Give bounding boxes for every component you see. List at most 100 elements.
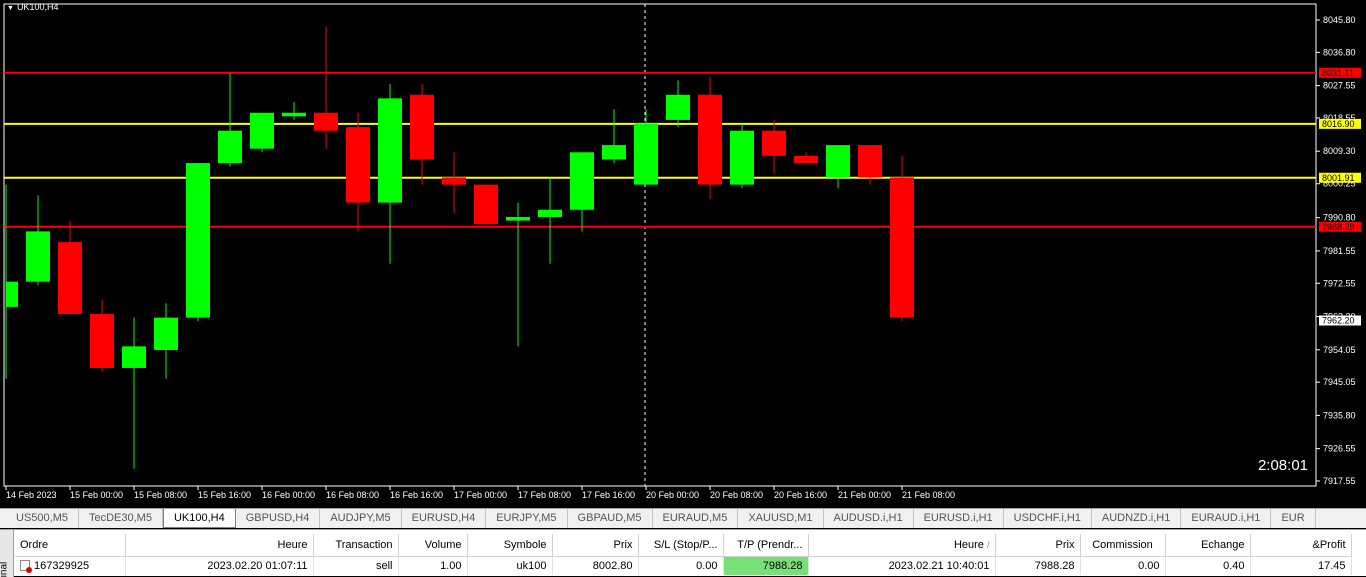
chart-window[interactable]: 8045.80 8036.80 8027.55 8018.55 8009.30 8000.… [0,0,1366,505]
tab-xauusd-m1[interactable]: XAUUSD,M1 [738,509,824,528]
level-price-label: 8016.90 [1322,119,1355,129]
price-tick-label: 7945.05 [1323,377,1356,387]
bull-candle [282,112,306,117]
tab-audjpy-m5[interactable]: AUDJPY,M5 [320,509,402,528]
symbol-label: UK100,H4 [16,2,59,12]
price-tick-label: 7954.05 [1323,345,1356,355]
time-tick-label: 17 Feb 16:00 [582,490,635,500]
bull-candle [730,130,754,185]
bull-candle [154,317,178,350]
triangle-down-icon: ▼ [7,5,14,12]
time-tick-label: 20 Feb 16:00 [774,490,827,500]
bear-candle [858,145,882,178]
tab-euraud-m5[interactable]: EURAUD,M5 [653,509,739,528]
tab-eurusd-i-h1[interactable]: EURUSD.i,H1 [914,509,1004,528]
sort-indicator-icon: / [986,539,990,550]
col-heure-close-label: Heure [953,538,984,551]
col-volume[interactable]: Volume [398,534,468,557]
table-row[interactable]: 167329925 2023.02.20 01:07:11 sell 1.00 … [15,556,1352,575]
tab-uk100-h4[interactable]: UK100,H4 [162,509,236,528]
closed-order-icon [20,560,32,574]
price-tick-label: 7926.55 [1323,444,1356,454]
chart-symbol-title: ▼ UK100,H4 [7,2,58,12]
col-sl[interactable]: S/L (Stop/P... [638,534,724,557]
bear-candle [474,184,498,225]
col-transaction[interactable]: Transaction [313,534,399,557]
tab-gbpusd-h4[interactable]: GBPUSD,H4 [236,509,321,528]
bear-candle [314,112,338,131]
col-ordre[interactable]: Ordre [15,534,126,557]
time-tick-label: 16 Feb 08:00 [326,490,379,500]
level-price-label: 8001.91 [1322,173,1355,183]
col-tp[interactable]: T/P (Prendr... [723,534,809,557]
cell-tp: 7988.28 [723,556,809,575]
terminal-side-handle[interactable]: inal [0,530,14,577]
level-price-label: 7988.28 [1322,222,1355,232]
col-commission[interactable]: Commission [1080,534,1166,557]
bear-candle [762,130,786,156]
tab-us500-m5[interactable]: US500,M5 [6,509,79,528]
bull-candle [378,98,402,203]
tab-gbpaud-m5[interactable]: GBPAUD,M5 [568,509,653,528]
price-tick-label: 8045.80 [1323,15,1356,25]
chart-tabs-bar: US500,M5 TecDE30,M5 UK100,H4 GBPUSD,H4 AUDJP… [0,508,1366,528]
time-tick-label: 15 Feb 08:00 [134,490,187,500]
terminal-panel: inal Ordre Heure Transaction Volume Symb… [0,529,1366,577]
cell-symbole: uk100 [467,556,553,575]
cell-volume: 1.00 [398,556,468,575]
bull-candle [186,163,210,318]
time-tick-label: 20 Feb 08:00 [710,490,763,500]
price-tick-label: 8036.80 [1323,47,1356,57]
col-symbole[interactable]: Symbole [467,534,553,557]
col-heure-close[interactable]: Heure / [808,534,996,557]
time-tick-label: 15 Feb 00:00 [70,490,123,500]
bull-candle [26,231,50,282]
terminal-side-label: inal [0,561,10,577]
table-header-row: Ordre Heure Transaction Volume Symbole P… [15,534,1352,557]
cell-transaction: sell [313,556,399,575]
price-chart[interactable]: 8045.808036.808027.558018.558009.308000.… [0,0,1366,505]
bear-candle [890,177,914,318]
bear-candle [442,177,466,185]
cell-echange: 0.40 [1165,556,1251,575]
tab-audnzd-i-h1[interactable]: AUDNZD.i,H1 [1092,509,1182,528]
bear-candle [58,242,82,315]
tab-tecde30-m5[interactable]: TecDE30,M5 [79,509,163,528]
tab-eur[interactable]: EUR [1271,509,1316,528]
bar-countdown: 2:08:01 [1257,457,1308,474]
bear-candle [346,127,370,203]
time-tick-label: 17 Feb 00:00 [454,490,507,500]
tab-eurusd-h4[interactable]: EURUSD,H4 [402,509,487,528]
price-tick-label: 7935.80 [1323,410,1356,420]
cell-profit: 17.45 [1250,556,1352,575]
bear-candle [410,94,434,160]
col-prix-close[interactable]: Prix [995,534,1081,557]
cell-heure-close: 2023.02.21 10:40:01 [808,556,996,575]
tab-usdchf-i-h1[interactable]: USDCHF.i,H1 [1004,509,1092,528]
cell-sl: 0.00 [638,556,724,575]
tab-euraud-i-h1[interactable]: EURAUD.i,H1 [1181,509,1272,528]
col-profit[interactable]: &Profit [1250,534,1352,557]
bull-candle [218,130,242,164]
cell-heure: 2023.02.20 01:07:11 [125,556,314,575]
bear-candle [794,155,818,164]
bull-candle [826,145,850,178]
col-heure[interactable]: Heure [125,534,314,557]
cell-prix: 8002.80 [552,556,639,575]
col-echange[interactable]: Echange [1165,534,1251,557]
time-tick-label: 14 Feb 2023 [6,490,57,500]
price-tick-label: 8027.55 [1323,81,1356,91]
cell-prix-close: 7988.28 [995,556,1081,575]
time-tick-label: 21 Feb 00:00 [838,490,891,500]
col-prix[interactable]: Prix [552,534,639,557]
bull-candle [666,94,690,120]
level-price-label: 8031.11 [1322,68,1354,78]
tab-eurjpy-m5[interactable]: EURJPY,M5 [486,509,568,528]
bull-candle [6,281,18,307]
bull-candle [506,216,530,221]
cell-ordre-value: 167329925 [34,559,90,572]
time-tick-label: 21 Feb 08:00 [902,490,955,500]
current-price-label: 7962.20 [1322,316,1355,326]
time-tick-label: 17 Feb 08:00 [518,490,571,500]
tab-audusd-i-h1[interactable]: AUDUSD.i,H1 [824,509,914,528]
